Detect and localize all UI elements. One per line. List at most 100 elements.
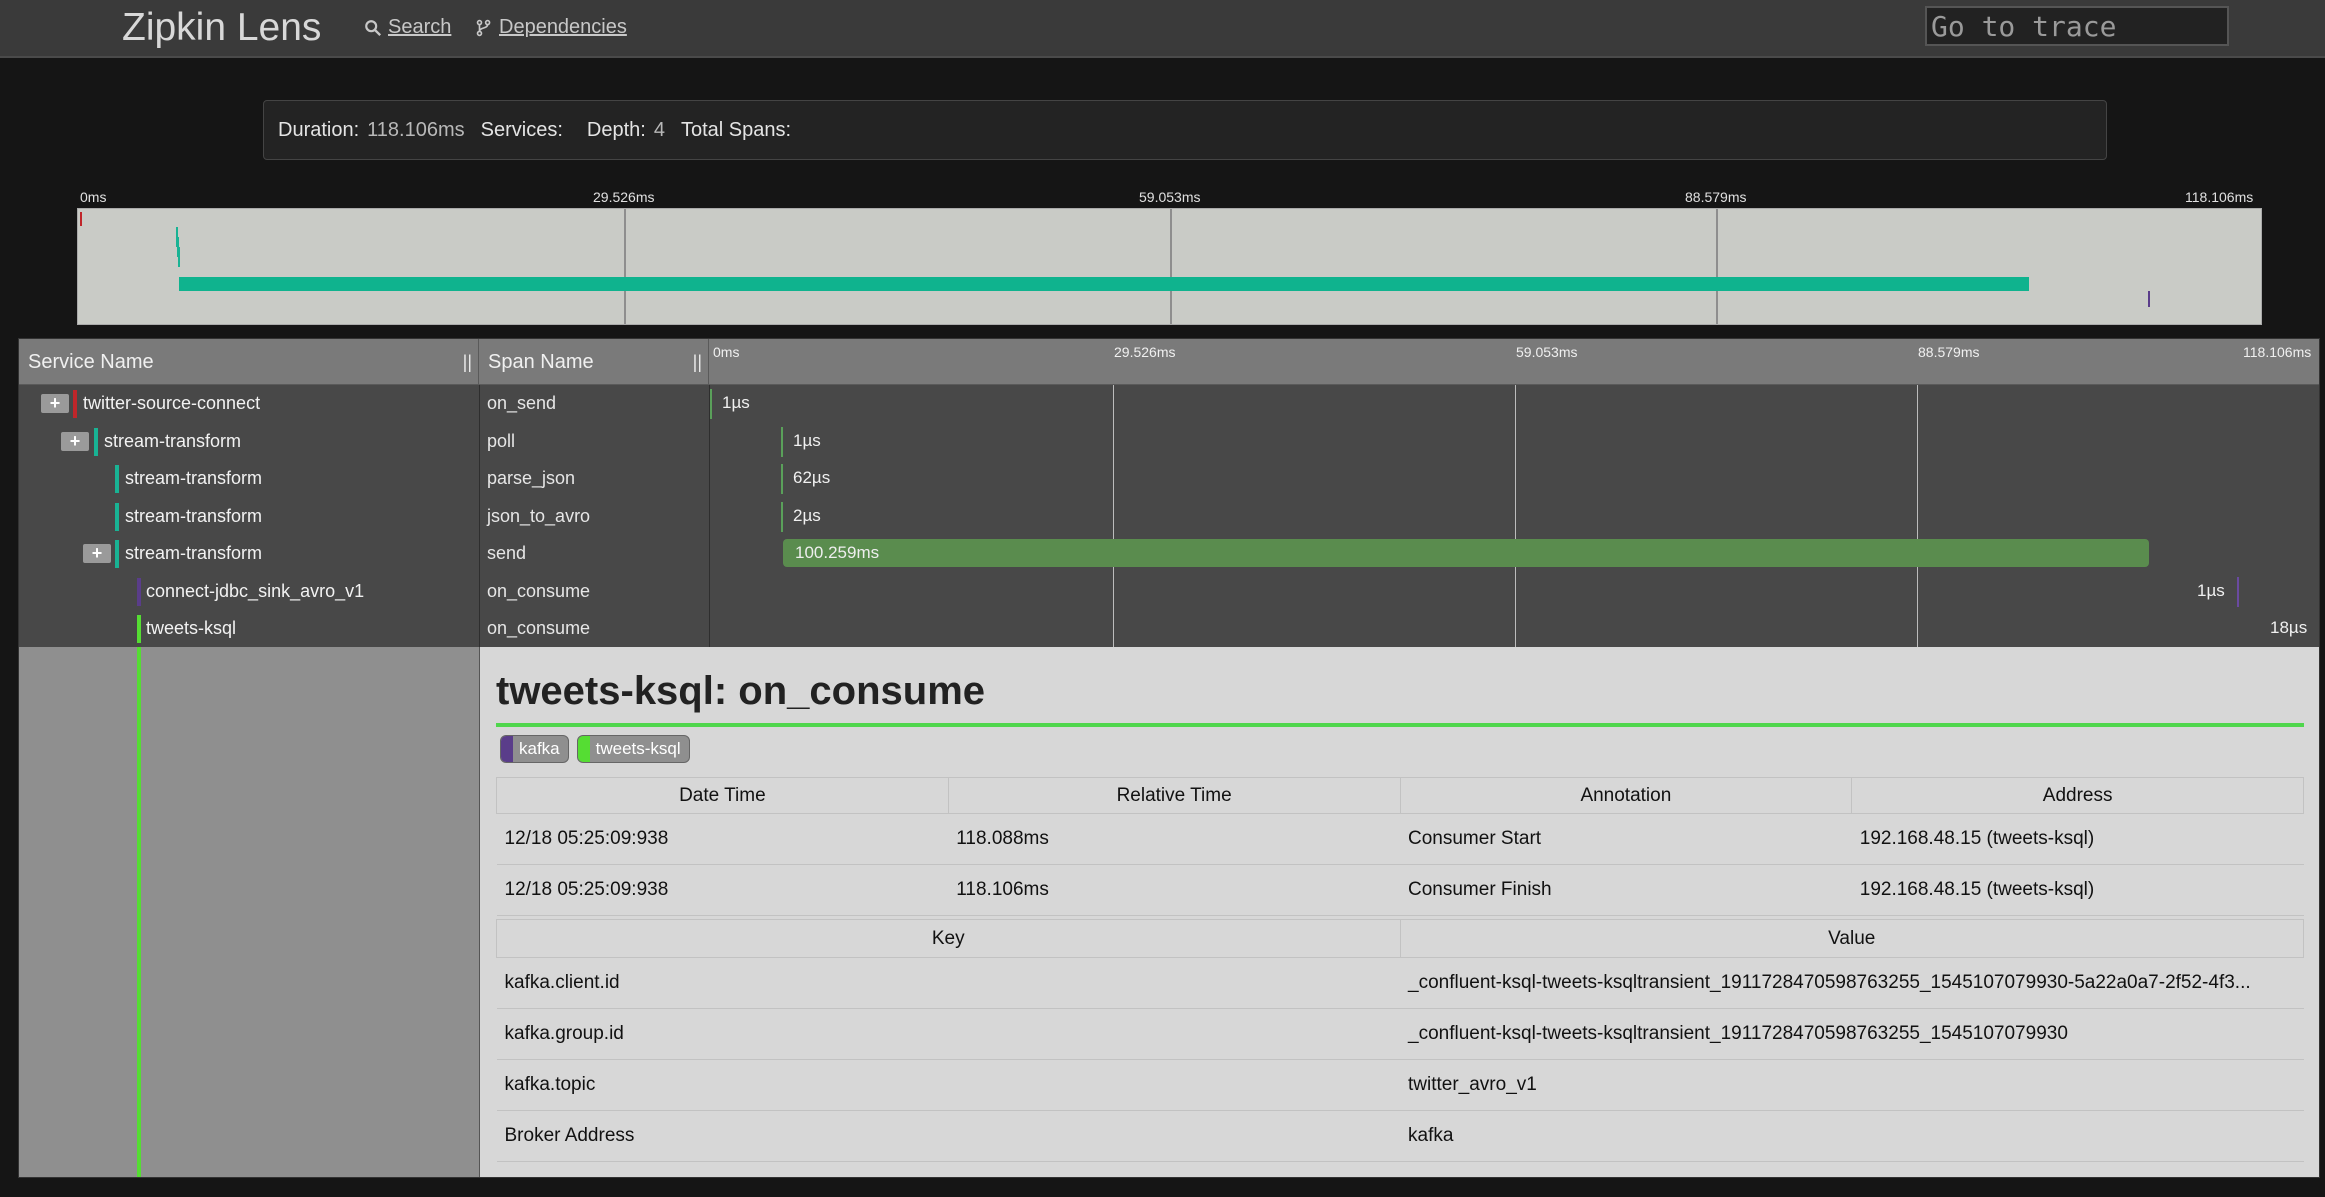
- service-name: stream-transform: [104, 430, 242, 451]
- code-branch-icon: [476, 19, 491, 36]
- column-header: Address: [1851, 777, 2304, 814]
- minimap-tick: 0ms: [80, 189, 107, 205]
- table-row: Broker Address kafka: [496, 1110, 2304, 1162]
- brand-logo[interactable]: Zipkin Lens: [122, 6, 321, 50]
- span-column-resizer[interactable]: ||: [693, 339, 702, 385]
- span-duration-bar[interactable]: 100.259ms: [783, 539, 2149, 567]
- minimap-tick: 29.526ms: [593, 189, 655, 205]
- span-row-selected[interactable]: tweets-ksql on_consume 18µs: [19, 610, 2319, 648]
- span-mark: [781, 501, 783, 532]
- service-name-header: Service Name ||: [19, 339, 479, 385]
- tag-value: twitter_avro_v1: [1400, 1059, 2304, 1111]
- timeline-cell: 100.259ms: [709, 535, 2319, 573]
- span-row[interactable]: + stream-transform send 100.259ms: [19, 535, 2319, 573]
- service-cell: + twitter-source-connect: [19, 385, 479, 423]
- span-row[interactable]: stream-transform parse_json 62µs: [19, 460, 2319, 498]
- span-detail-panel: tweets-ksql: on_consume kafka tweets-ksq…: [479, 647, 2319, 1177]
- table-row: 12/18 05:25:09:938 118.106ms Consumer Fi…: [496, 864, 2304, 916]
- column-header: Key: [496, 919, 1401, 958]
- column-header: Date Time: [496, 777, 949, 814]
- detail-gutter: [19, 647, 479, 1177]
- total-spans-label: Total Spans:: [680, 118, 792, 141]
- minimap-gridline: [1716, 209, 1718, 324]
- search-link-label: Search: [388, 16, 452, 38]
- span-row[interactable]: stream-transform json_to_avro 2µs: [19, 497, 2319, 535]
- service-name: stream-transform: [125, 505, 263, 526]
- service-cell: connect-jdbc_sink_avro_v1: [19, 573, 479, 611]
- badge-swatch: [501, 736, 513, 762]
- tag-key: kafka.client.id: [496, 957, 1400, 1009]
- selected-service-color-bar: [137, 647, 141, 1177]
- go-to-trace-input[interactable]: [1925, 6, 2229, 46]
- service-color-bar: [94, 427, 98, 456]
- trace-table-header: Service Name || Span Name || 0ms 29.526m…: [19, 339, 2319, 385]
- span-duration: 1µs: [2197, 580, 2225, 600]
- badge-label: tweets-ksql: [595, 739, 681, 758]
- span-name: parse_json: [479, 460, 709, 498]
- span-row[interactable]: + twitter-source-connect on_send 1µs: [19, 385, 2319, 423]
- minimap-span-send: [179, 277, 2029, 291]
- table-row: 12/18 05:25:09:938 118.088ms Consumer St…: [496, 813, 2304, 865]
- service-color-bar: [73, 390, 77, 418]
- annotation-date: 12/18 05:25:09:938: [496, 864, 949, 916]
- tag-key: kafka.topic: [496, 1059, 1400, 1111]
- service-color-bar: [115, 502, 119, 531]
- badge-swatch: [577, 736, 590, 762]
- span-duration: 62µs: [793, 468, 831, 487]
- services-label: Services:: [480, 118, 563, 141]
- service-column-resizer[interactable]: ||: [463, 339, 472, 385]
- service-cell: tweets-ksql: [19, 610, 479, 648]
- span-duration: 1µs: [793, 430, 821, 450]
- span-row[interactable]: connect-jdbc_sink_avro_v1 on_consume 1µs: [19, 572, 2319, 611]
- duration-value: 118.106ms: [367, 118, 465, 141]
- span-name: send: [479, 535, 709, 573]
- dependencies-link-label: Dependencies: [499, 16, 627, 38]
- minimap-span-jdbc-consume: [2148, 291, 2150, 307]
- minimap-tick: 59.053ms: [1139, 189, 1201, 205]
- search-link[interactable]: Search: [364, 16, 451, 39]
- top-navbar: Zipkin Lens Search Dependencies: [0, 0, 2325, 58]
- trace-minimap[interactable]: [77, 208, 2262, 325]
- service-name: connect-jdbc_sink_avro_v1: [146, 580, 365, 601]
- span-name: json_to_avro: [479, 497, 709, 535]
- service-badge[interactable]: kafka: [500, 735, 569, 763]
- service-badges: kafka tweets-ksql: [500, 735, 690, 763]
- column-header: Relative Time: [947, 777, 1401, 814]
- dependencies-link[interactable]: Dependencies: [475, 16, 627, 39]
- span-duration: 100.259ms: [795, 543, 880, 562]
- service-name-header-label: Service Name: [28, 351, 154, 373]
- tag-value: kafka: [1400, 1110, 2304, 1162]
- service-badge[interactable]: tweets-ksql: [576, 735, 690, 763]
- duration-label: Duration:: [278, 118, 360, 141]
- tags-table: Key Value kafka.client.id _confluent-ksq…: [496, 919, 2304, 1162]
- tag-value: _confluent-ksql-tweets-ksqltransient_191…: [1400, 957, 2304, 1009]
- span-name: poll: [479, 422, 709, 460]
- service-color-bar: [137, 577, 141, 606]
- span-mark: [2237, 576, 2239, 607]
- service-name: stream-transform: [125, 543, 263, 563]
- annotation-value: Consumer Finish: [1400, 864, 1852, 916]
- service-name: stream-transform: [125, 468, 263, 488]
- annotation-value: Consumer Start: [1400, 813, 1852, 865]
- annotation-date: 12/18 05:25:09:938: [496, 813, 949, 865]
- service-color-bar: [137, 615, 141, 643]
- annotation-address: 192.168.48.15 (tweets-ksql): [1851, 813, 2304, 865]
- span-name-header-label: Span Name: [488, 351, 594, 373]
- title-underline: [496, 723, 2304, 727]
- service-name: tweets-ksql: [146, 618, 237, 638]
- expand-toggle[interactable]: +: [61, 431, 89, 451]
- minimap-tick: 88.579ms: [1685, 189, 1747, 205]
- expand-toggle[interactable]: +: [41, 394, 69, 413]
- minimap-gridline: [1170, 209, 1172, 324]
- annotation-relative-time: 118.106ms: [948, 864, 1400, 916]
- timeline-cell: 62µs: [709, 460, 2319, 498]
- span-row[interactable]: + stream-transform poll 1µs: [19, 422, 2319, 460]
- timeline-cell: 2µs: [709, 497, 2319, 535]
- minimap-ticks: 0ms 29.526ms 59.053ms 88.579ms 118.106ms: [77, 189, 2262, 207]
- timeline-tick: 59.053ms: [1516, 344, 1578, 360]
- expand-toggle[interactable]: +: [83, 544, 111, 563]
- span-name: on_send: [479, 385, 709, 423]
- depth-label: Depth:: [586, 118, 646, 141]
- timeline-cell: 1µs: [709, 385, 2319, 423]
- timeline-tick: 0ms: [713, 344, 740, 360]
